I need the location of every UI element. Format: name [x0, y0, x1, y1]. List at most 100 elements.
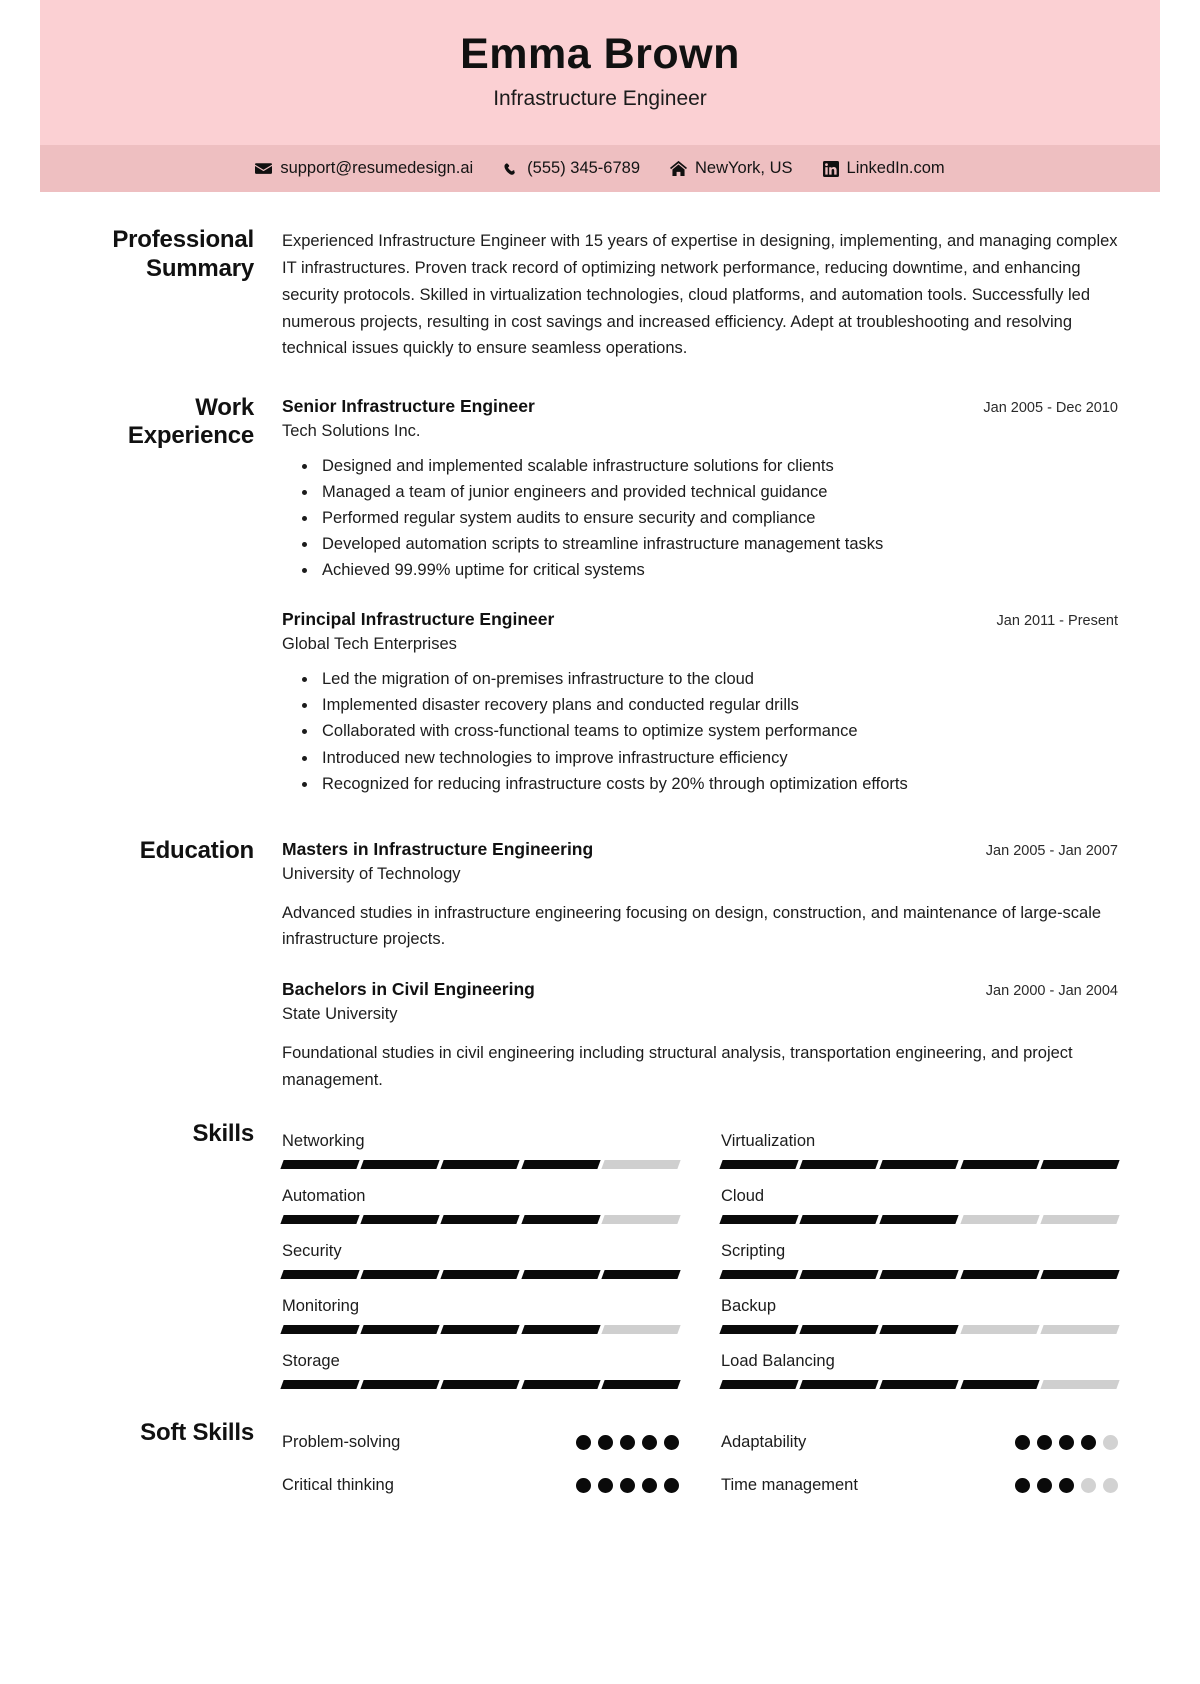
- rating-dot: [664, 1434, 679, 1450]
- skill-bar-segment: [1040, 1324, 1120, 1334]
- skill-bar-segment: [280, 1159, 360, 1169]
- rating-dot: [1059, 1434, 1074, 1450]
- skill-bar-segment: [959, 1269, 1040, 1279]
- work-entry-organization: Tech Solutions Inc.: [282, 422, 421, 441]
- phone-icon: [503, 160, 519, 177]
- section-label-skills: Skills: [192, 1119, 254, 1147]
- skill-bar-segment: [879, 1214, 960, 1224]
- skill-item: Load Balancing: [719, 1342, 1120, 1397]
- skill-bar-segment: [520, 1324, 601, 1334]
- education-entry-date: Jan 2005 - Jan 2007: [985, 842, 1118, 859]
- soft-skill-name: Problem-solving: [282, 1432, 401, 1451]
- skill-bar-segment: [280, 1214, 360, 1224]
- skill-bar-segment: [440, 1269, 521, 1279]
- work-bullet-item: Performed regular system audits to ensur…: [318, 505, 1118, 531]
- work-bullet-item: Introduced new technologies to improve i…: [318, 745, 1118, 771]
- education-entry-school: University of Technology: [282, 864, 461, 883]
- skill-bar-segment: [520, 1269, 601, 1279]
- skill-bar-segment: [879, 1159, 960, 1169]
- home-icon: [670, 160, 688, 177]
- skill-bar-segment: [520, 1159, 601, 1169]
- section-label-soft-skills: Soft Skills: [140, 1418, 254, 1446]
- skill-bar-segment: [520, 1214, 601, 1224]
- skill-bar-segment: [440, 1324, 521, 1334]
- work-bullet-item: Managed a team of junior engineers and p…: [318, 479, 1118, 505]
- skill-bar-segment: [360, 1269, 441, 1279]
- skill-item: Storage: [280, 1342, 681, 1397]
- skill-bar-segment: [520, 1379, 601, 1389]
- skill-bar-segment: [601, 1214, 681, 1224]
- rating-dot: [576, 1477, 591, 1493]
- education-entry-list: Masters in Infrastructure Engineering Jan…: [282, 837, 1118, 1094]
- skill-bar-segment: [799, 1214, 880, 1224]
- education-entry-header: Bachelors in Civil Engineering Jan 2000 -…: [282, 979, 1118, 1000]
- skill-name: Scripting: [721, 1241, 786, 1260]
- skill-bar-segment: [601, 1379, 681, 1389]
- skill-bar-segment: [360, 1159, 441, 1169]
- skill-bar-segment: [719, 1214, 799, 1224]
- soft-skill-name: Adaptability: [721, 1432, 807, 1451]
- rating-dot: [1059, 1477, 1074, 1493]
- contact-item-phone[interactable]: (555) 345-6789: [503, 159, 640, 178]
- soft-skill-item: Time management: [721, 1464, 1118, 1507]
- section-label-summary: Professional Summary: [112, 226, 254, 282]
- education-entry-description: Advanced studies in infrastructure engin…: [282, 903, 1102, 949]
- skill-level-bar: [280, 1269, 681, 1279]
- education-entry: Masters in Infrastructure Engineering Jan…: [282, 839, 1118, 953]
- soft-skill-rating-dots: [576, 1477, 679, 1493]
- rating-dot: [598, 1434, 613, 1450]
- rating-dot: [576, 1434, 591, 1450]
- skill-bar-segment: [360, 1379, 441, 1389]
- soft-skills-grid: Problem-solving Adaptability Critical thin…: [282, 1421, 1118, 1507]
- work-entry-bullets: Led the migration of on-premises infrast…: [282, 666, 1118, 796]
- contact-text: NewYork, US: [695, 159, 793, 178]
- contact-item-home[interactable]: NewYork, US: [670, 159, 793, 178]
- skill-bar-segment: [959, 1214, 1040, 1224]
- work-bullet-item: Collaborated with cross-functional teams…: [318, 718, 1118, 744]
- envelope-icon: [255, 160, 273, 177]
- skill-bar-segment: [959, 1379, 1040, 1389]
- skill-bar-segment: [719, 1269, 799, 1279]
- skill-bar-segment: [440, 1159, 521, 1169]
- skill-level-bar: [280, 1379, 681, 1389]
- rating-dot: [642, 1434, 657, 1450]
- skill-name: Security: [282, 1241, 342, 1260]
- skill-bar-segment: [601, 1269, 681, 1279]
- skill-item: Networking: [280, 1122, 681, 1177]
- skill-level-bar: [719, 1324, 1120, 1334]
- skill-name: Networking: [282, 1131, 365, 1150]
- skills-grid: Networking Virtualization Automation Cloud S…: [280, 1122, 1120, 1397]
- soft-skill-name: Critical thinking: [282, 1475, 394, 1494]
- skill-item: Backup: [719, 1287, 1120, 1342]
- rating-dot: [642, 1477, 657, 1493]
- skill-level-bar: [719, 1269, 1120, 1279]
- contact-item-envelope[interactable]: support@resumedesign.ai: [255, 159, 473, 178]
- work-entry-date: Jan 2011 - Present: [996, 613, 1118, 630]
- skill-name: Virtualization: [721, 1131, 816, 1150]
- skill-bar-segment: [719, 1379, 799, 1389]
- rating-dot: [1037, 1477, 1052, 1493]
- work-entry-organization: Global Tech Enterprises: [282, 635, 457, 654]
- skill-bar-segment: [959, 1159, 1040, 1169]
- section-skills: Skills Networking Virtualization Automatio…: [82, 1119, 1120, 1397]
- skill-bar-segment: [1040, 1379, 1120, 1389]
- summary-text: Experienced Infrastructure Engineer with…: [282, 232, 1118, 358]
- skill-bar-segment: [280, 1379, 360, 1389]
- skill-bar-segment: [799, 1379, 880, 1389]
- work-entry-role: Senior Infrastructure Engineer: [282, 396, 535, 417]
- rating-dot: [1037, 1434, 1052, 1450]
- work-entry-header: Principal Infrastructure Engineer Jan 201…: [282, 609, 1118, 630]
- rating-dot: [1081, 1434, 1096, 1450]
- soft-skill-rating-dots: [1015, 1434, 1118, 1450]
- candidate-job-title: Infrastructure Engineer: [493, 87, 707, 111]
- skill-name: Automation: [282, 1186, 366, 1205]
- skill-item: Cloud: [719, 1177, 1120, 1232]
- contact-item-linkedin[interactable]: LinkedIn.com: [822, 159, 945, 178]
- rating-dot: [1081, 1477, 1096, 1493]
- skill-level-bar: [719, 1214, 1120, 1224]
- section-label-work: Work Experience: [127, 394, 254, 450]
- skill-name: Backup: [721, 1296, 777, 1315]
- skill-item: Automation: [280, 1177, 681, 1232]
- skill-item: Virtualization: [719, 1122, 1120, 1177]
- work-bullet-item: Implemented disaster recovery plans and …: [318, 692, 1118, 718]
